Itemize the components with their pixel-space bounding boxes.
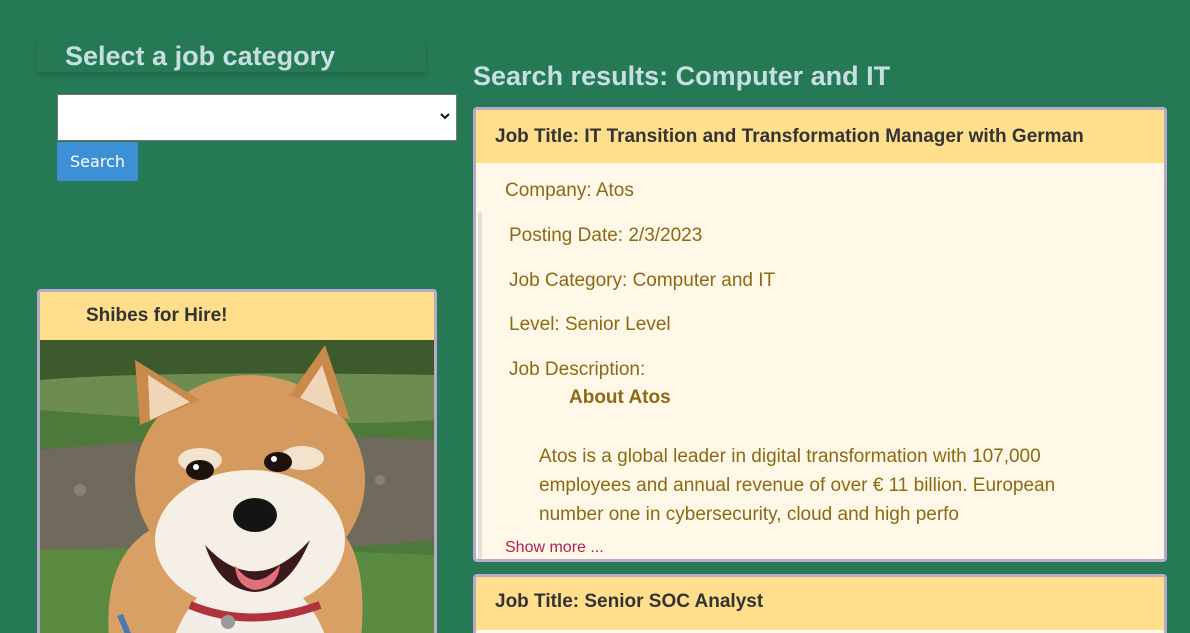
- shibe-card-title: Shibes for Hire!: [86, 305, 228, 326]
- job-board-page: Select a job category Search Shibes for …: [0, 0, 1190, 633]
- job-title: Job Title: Senior SOC Analyst: [495, 591, 764, 612]
- category-title: Select a job category: [65, 41, 336, 71]
- about-company-heading: About Atos: [569, 387, 671, 408]
- job-category: Job Category: Computer and IT: [509, 270, 776, 291]
- job-description-label: Job Description:: [509, 359, 646, 380]
- search-button[interactable]: Search: [57, 142, 138, 181]
- job-category-select[interactable]: [57, 94, 457, 141]
- job-card: Job Title: Senior SOC Analyst: [473, 574, 1167, 633]
- job-card-header: Job Title: Senior SOC Analyst: [476, 577, 1164, 630]
- job-level: Level: Senior Level: [509, 314, 671, 335]
- job-company: Company: Atos: [505, 180, 634, 201]
- job-title: Job Title: IT Transition and Transformat…: [495, 126, 1084, 147]
- shibe-promo-card: Shibes for Hire!: [37, 289, 437, 633]
- category-title-panel: Select a job category: [37, 38, 425, 72]
- job-posting-date: Posting Date: 2/3/2023: [509, 225, 703, 246]
- shibe-card-header: Shibes for Hire!: [40, 292, 434, 340]
- job-card: Job Title: IT Transition and Transformat…: [473, 107, 1167, 562]
- job-description-text: Atos is a global leader in digital trans…: [539, 446, 1056, 525]
- job-card-header: Job Title: IT Transition and Transformat…: [476, 110, 1164, 163]
- shiba-inu-photo-icon: [40, 340, 434, 633]
- show-more-link[interactable]: Show more ...: [505, 539, 604, 557]
- chevron-down-icon: [440, 113, 450, 120]
- search-results-heading: Search results: Computer and IT: [473, 61, 891, 91]
